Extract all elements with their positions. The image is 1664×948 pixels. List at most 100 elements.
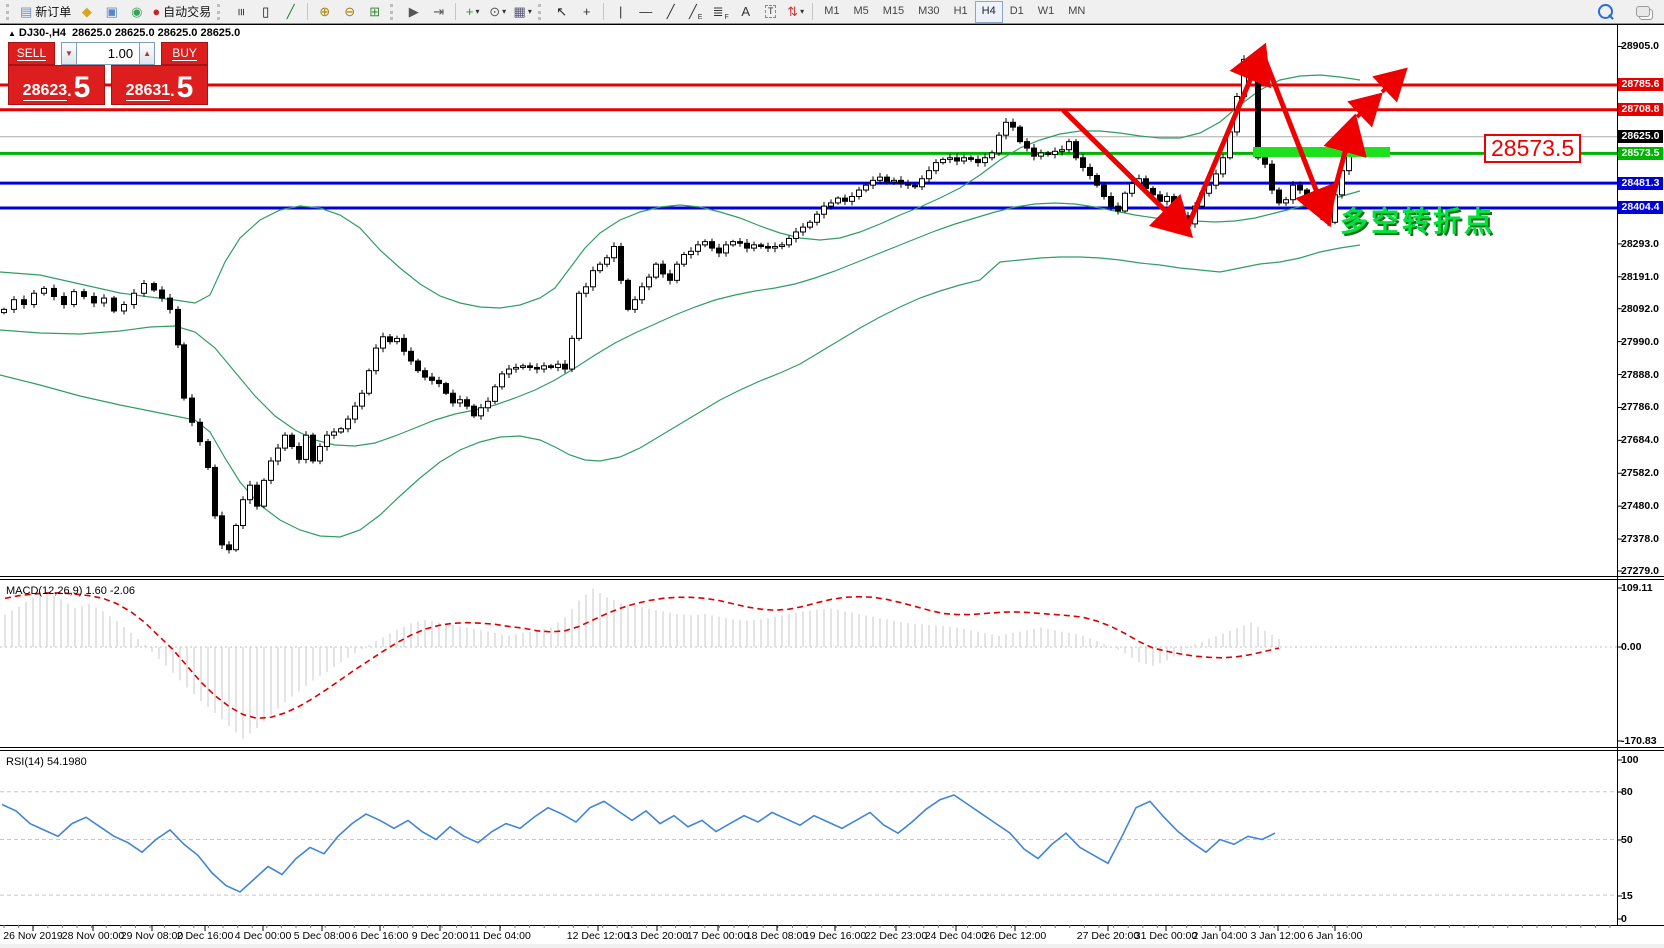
tile-windows-icon[interactable]: ⊞ [362, 1, 387, 23]
fibonacci-icon: ≣ [713, 2, 724, 22]
chart-shift-icon[interactable]: ⇥ [426, 1, 451, 23]
sell-price-panel[interactable]: 28623.5 [8, 65, 105, 105]
price-axis-tick: 27378.0 [1621, 533, 1659, 545]
price-axis-tick: 28905.0 [1621, 40, 1659, 52]
time-axis-tick: 26 Dec 12:00 [984, 930, 1046, 942]
equidistant-channel-icon[interactable]: ╱E [683, 1, 708, 23]
autotrading-button-label: 自动交易 [163, 2, 211, 22]
gold-bars-icon[interactable]: ◆ [74, 1, 99, 23]
time-axis-tick: 5 Dec 08:00 [294, 930, 351, 942]
volume-input[interactable]: 1.00 [77, 42, 139, 65]
buy-button[interactable]: BUY [161, 42, 208, 65]
price-axis-tick: 27480.0 [1621, 500, 1659, 512]
zoom-in-icon[interactable]: ⊕ [312, 1, 337, 23]
toolbar-grip[interactable] [390, 4, 398, 20]
tab-timeframe-m5[interactable]: M5 [846, 1, 875, 23]
tab-timeframe-mn[interactable]: MN [1061, 1, 1092, 23]
text-label-icon[interactable]: T [758, 1, 783, 23]
toolbar-grip[interactable] [538, 4, 546, 20]
signal-icon[interactable]: ◉ [124, 1, 149, 23]
templates-icon-caret[interactable]: ▾ [528, 2, 532, 22]
price-axis-tick: 27582.0 [1621, 467, 1659, 479]
tab-timeframe-h1[interactable]: H1 [947, 1, 975, 23]
chart-canvas[interactable] [0, 0, 1664, 948]
indicators-icon[interactable]: +▾ [460, 1, 485, 23]
arrows-icon: ⇅ [787, 2, 798, 22]
time-axis-tick: 31 Dec 00:00 [1135, 930, 1197, 942]
periods-icon[interactable]: ⊙▾ [485, 1, 510, 23]
tab-timeframe-w1[interactable]: W1 [1031, 1, 1062, 23]
time-axis-tick: 18 Dec 08:00 [746, 930, 808, 942]
price-axis-tick: 28092.0 [1621, 303, 1659, 315]
volume-increment-button[interactable]: ▲ [139, 42, 155, 65]
line-chart-mode-icon[interactable]: ╱ [278, 1, 303, 23]
periods-icon: ⊙ [489, 2, 500, 22]
price-axis-tick: 27990.0 [1621, 336, 1659, 348]
cursor-icon[interactable]: ↖ [549, 1, 574, 23]
tab-timeframe-m30[interactable]: M30 [911, 1, 946, 23]
indicators-icon-caret[interactable]: ▾ [475, 2, 479, 22]
new-order-button[interactable]: ▤新订单 [17, 1, 74, 23]
turning-point-annotation[interactable]: 多空转折点 [1340, 200, 1495, 240]
macd-label: MACD(12,26,9) 1.60 -2.06 [6, 585, 135, 597]
time-axis-tick: 27 Dec 20:00 [1077, 930, 1139, 942]
volume-decrement-button[interactable]: ▼ [61, 42, 77, 65]
text-icon[interactable]: A [733, 1, 758, 23]
toolbar-separator [455, 3, 456, 20]
tab-timeframe-m15[interactable]: M15 [876, 1, 911, 23]
time-axis-tick: 24 Dec 04:00 [925, 930, 987, 942]
price-axis-tick: 27888.0 [1621, 369, 1659, 381]
fibonacci-icon[interactable]: ≣F [708, 1, 733, 23]
templates-icon[interactable]: ▦▾ [510, 1, 535, 23]
collapse-quote-icon[interactable]: ▲ [8, 29, 16, 38]
buy-price: 28631 [126, 82, 171, 101]
toolbar-grip[interactable] [6, 4, 14, 20]
vertical-line-icon: | [619, 2, 622, 22]
symbol-title: DJ30-,H4 [19, 27, 66, 39]
auto-scroll-icon: ▶ [409, 2, 419, 22]
tab-timeframe-m1[interactable]: M1 [817, 1, 846, 23]
bar-chart-mode-icon[interactable]: ≡ [228, 1, 253, 23]
new-order-button: ▤ [20, 2, 32, 22]
toolbar-grip[interactable] [217, 4, 225, 20]
zoom-out-icon[interactable]: ⊖ [337, 1, 362, 23]
horizontal-line-icon: — [639, 2, 652, 22]
crosshair-icon[interactable]: + [574, 1, 599, 23]
trendline-icon[interactable]: ╱ [658, 1, 683, 23]
indicator-axis-tick: 15 [1621, 890, 1633, 902]
buy-price-panel[interactable]: 28631.5 [111, 65, 208, 105]
tab-timeframe-h4[interactable]: H4 [975, 1, 1003, 23]
price-line-label: 28785.6 [1618, 78, 1663, 91]
new-order-button-label: 新订单 [35, 2, 71, 22]
periods-icon-caret[interactable]: ▾ [502, 2, 506, 22]
arrows-icon[interactable]: ⇅▾ [783, 1, 808, 23]
autotrading-button: ● [152, 2, 160, 22]
price-tag-label[interactable]: 28573.5 [1484, 134, 1581, 163]
price-axis-tick: 27684.0 [1621, 434, 1659, 446]
time-axis-tick: 17 Dec 00:00 [687, 930, 749, 942]
tab-timeframe-d1[interactable]: D1 [1003, 1, 1031, 23]
candlestick-mode-icon[interactable]: ▯ [253, 1, 278, 23]
symbol-header: ▲DJ30-,H428625.0 28625.0 28625.0 28625.0 [8, 27, 240, 39]
gold-bars-icon: ◆ [82, 2, 92, 22]
horizontal-line-icon[interactable]: — [633, 1, 658, 23]
vertical-line-icon[interactable]: | [608, 1, 633, 23]
price-line-label: 28573.5 [1618, 147, 1663, 160]
time-axis-tick: 9 Dec 20:00 [412, 930, 469, 942]
zoom-out-icon: ⊖ [344, 2, 355, 22]
autotrading-button[interactable]: ●自动交易 [149, 1, 214, 23]
time-axis-tick: 3 Jan 12:00 [1251, 930, 1306, 942]
sell-button[interactable]: SELL [8, 42, 55, 65]
search-icon[interactable] [1593, 1, 1618, 23]
text-label-icon: T [765, 5, 777, 18]
price-line-label: 28708.8 [1618, 103, 1663, 116]
arrows-icon-caret[interactable]: ▾ [800, 2, 804, 22]
time-axis-tick: 13 Dec 20:00 [626, 930, 688, 942]
time-axis-tick: 26 Nov 2019 [3, 930, 63, 942]
comments-icon[interactable] [1630, 1, 1655, 23]
time-axis-tick: 11 Dec 04:00 [469, 930, 531, 942]
terminal-icon[interactable]: ▣ [99, 1, 124, 23]
price-line-label: 28404.4 [1618, 201, 1663, 214]
auto-scroll-icon[interactable]: ▶ [401, 1, 426, 23]
signal-icon: ◉ [131, 2, 142, 22]
